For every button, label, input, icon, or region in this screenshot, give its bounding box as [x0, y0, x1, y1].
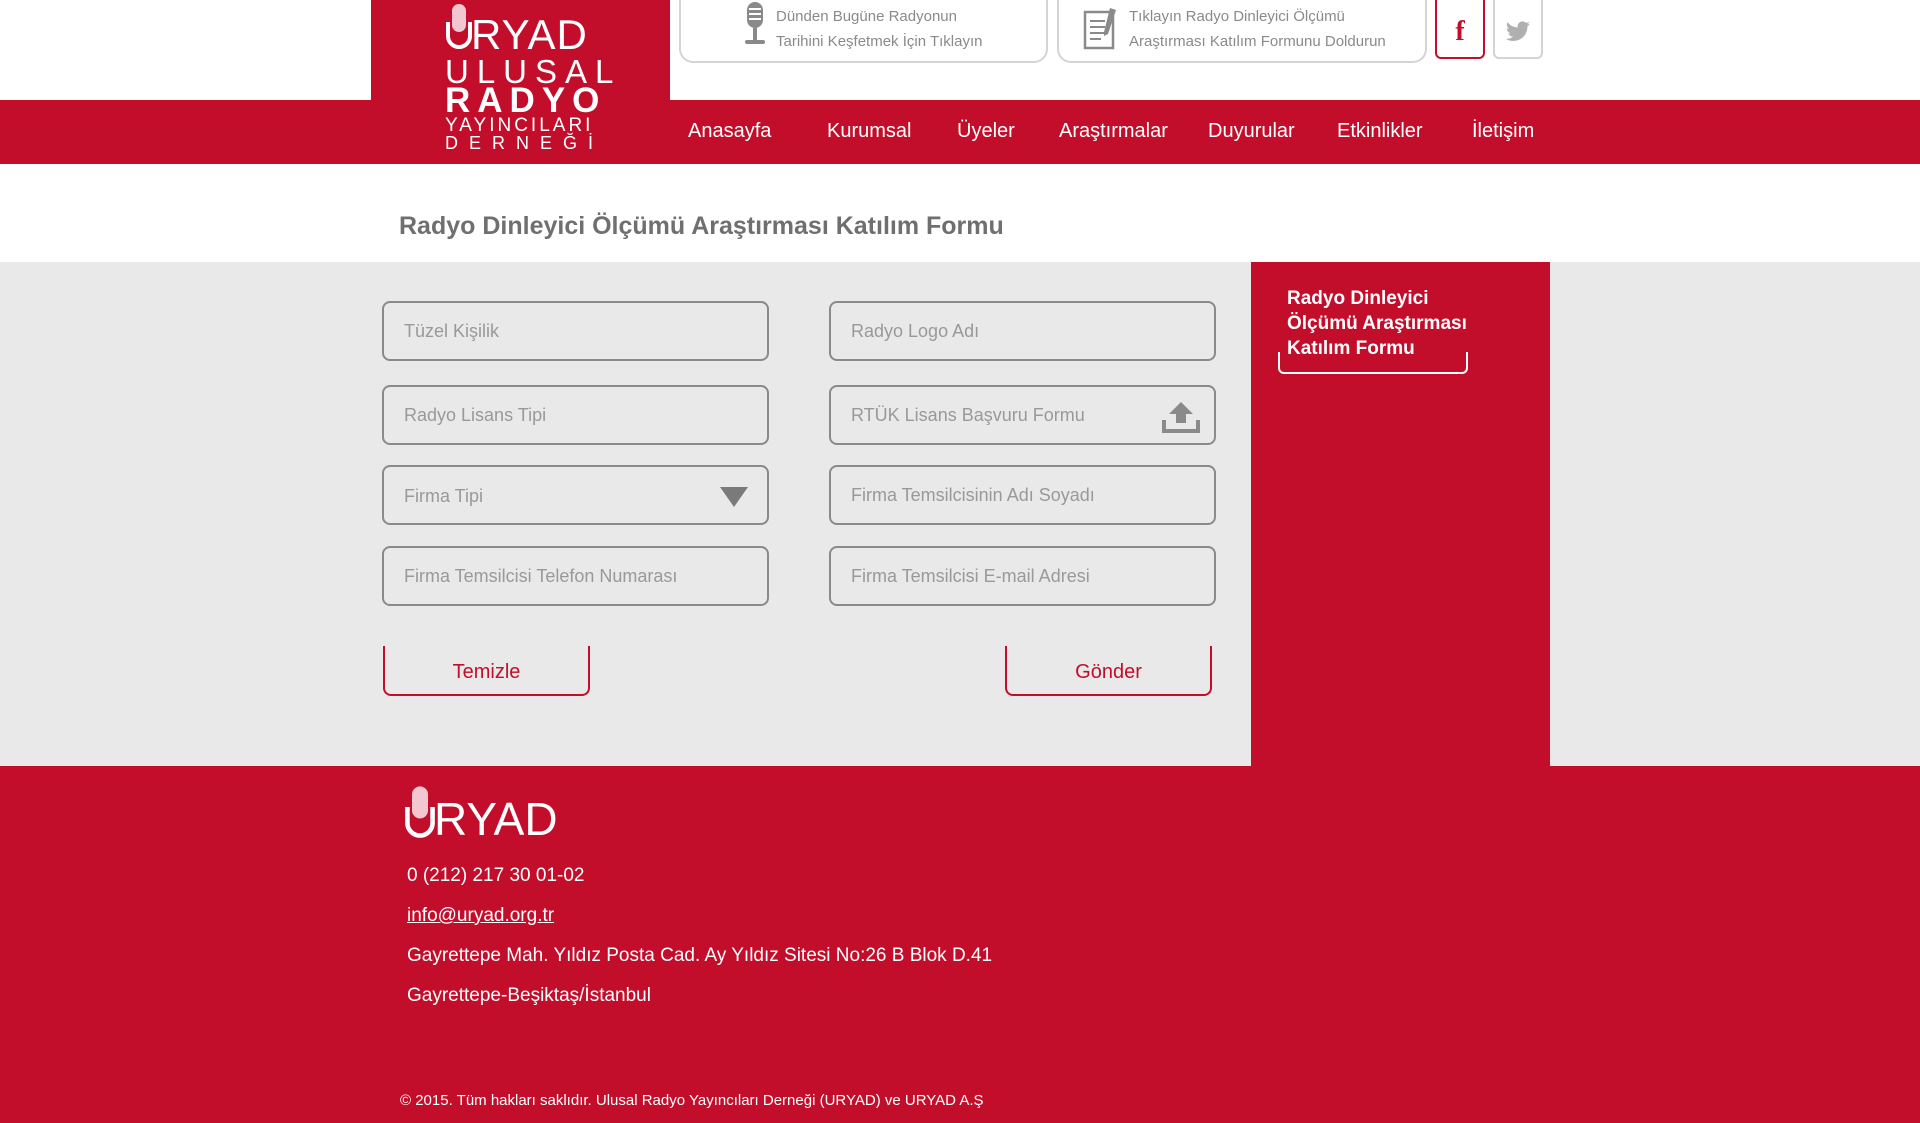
rtuk-formu-input[interactable] — [831, 387, 1214, 443]
footer-copyright: © 2015. Tüm hakları saklıdır. Ulusal Rad… — [400, 1092, 984, 1109]
document-edit-icon — [1083, 8, 1116, 50]
sidebar-active-underline — [1278, 352, 1468, 374]
form-link-line2: Araştırması Katılım Formunu Doldurun — [1129, 33, 1386, 50]
upload-icon[interactable] — [1162, 401, 1200, 433]
temsilci-ad-soyad-field[interactable] — [829, 465, 1216, 525]
nav-arastirmalar[interactable]: Araştırmalar — [1059, 120, 1168, 143]
footer-address-line2: Gayrettepe-Beşiktaş/İstanbul — [407, 985, 651, 1006]
clear-button[interactable]: Temizle — [383, 646, 590, 696]
temsilci-email-input[interactable] — [831, 548, 1214, 604]
form-link-line1: Tıklayın Radyo Dinleyici Ölçümü — [1129, 8, 1345, 25]
history-link-line2: Tarihini Keşfetmek İçin Tıklayın — [776, 33, 983, 50]
nav-duyurular[interactable]: Duyurular — [1208, 120, 1295, 143]
radyo-lisans-tipi-field[interactable] — [382, 385, 769, 445]
dropdown-arrow-icon — [720, 487, 748, 507]
main-nav: Anasayfa Kurumsal Üyeler Araştırmalar Du… — [0, 100, 1920, 164]
radyo-logo-adi-field[interactable] — [829, 301, 1216, 361]
sidebar-item-katilim-formu[interactable]: Radyo Dinleyici Ölçümü Araştırması Katıl… — [1287, 286, 1487, 361]
footer-email-link[interactable]: info@uryad.org.tr — [407, 905, 554, 927]
tuzel-kisilik-field[interactable] — [382, 301, 769, 361]
twitter-button[interactable] — [1493, 0, 1543, 59]
footer-logo[interactable]: RYAD — [404, 786, 574, 844]
nav-anasayfa[interactable]: Anasayfa — [688, 120, 771, 143]
rtuk-formu-upload-field[interactable] — [829, 385, 1216, 445]
firma-tipi-select[interactable]: Firma Tipi — [382, 465, 769, 525]
footer-phone: 0 (212) 217 30 01-02 — [407, 865, 585, 886]
footer-address-line1: Gayrettepe Mah. Yıldız Posta Cad. Ay Yıl… — [407, 945, 993, 966]
facebook-button[interactable]: f — [1435, 0, 1485, 59]
temsilci-email-field[interactable] — [829, 546, 1216, 606]
temsilci-ad-soyad-input[interactable] — [831, 467, 1214, 523]
logo-word: RYAD — [471, 11, 588, 58]
facebook-icon: f — [1455, 15, 1465, 47]
microphone-icon — [745, 2, 765, 44]
history-link-line1: Dünden Bugüne Radyonun — [776, 8, 957, 25]
temsilci-telefon-field[interactable] — [382, 546, 769, 606]
temsilci-telefon-input[interactable] — [384, 548, 767, 604]
page-title: Radyo Dinleyici Ölçümü Araştırması Katıl… — [399, 212, 1004, 240]
radyo-logo-adi-input[interactable] — [831, 303, 1214, 359]
footer-logo-mic-icon — [405, 786, 435, 838]
firma-tipi-value: Firma Tipi — [404, 486, 484, 506]
footer: RYAD 0 (212) 217 30 01-02 info@uryad.org… — [0, 766, 1920, 1123]
radyo-lisans-tipi-input[interactable] — [384, 387, 767, 443]
logo-mic-icon — [446, 4, 472, 49]
history-link-box[interactable]: Dünden Bugüne Radyonun Tarihini Keşfetme… — [679, 0, 1048, 63]
twitter-icon — [1505, 20, 1530, 41]
tuzel-kisilik-input[interactable] — [384, 303, 767, 359]
sidebar: Radyo Dinleyici Ölçümü Araştırması Katıl… — [1251, 262, 1550, 766]
nav-kurumsal[interactable]: Kurumsal — [827, 120, 911, 143]
submit-button[interactable]: Gönder — [1005, 646, 1212, 696]
footer-logo-word: RYAD — [434, 793, 558, 845]
nav-etkinlikler[interactable]: Etkinlikler — [1337, 120, 1423, 143]
nav-uyeler[interactable]: Üyeler — [957, 120, 1015, 143]
form-link-box[interactable]: Tıklayın Radyo Dinleyici Ölçümü Araştırm… — [1057, 0, 1427, 63]
nav-iletisim[interactable]: İletişim — [1472, 120, 1534, 143]
